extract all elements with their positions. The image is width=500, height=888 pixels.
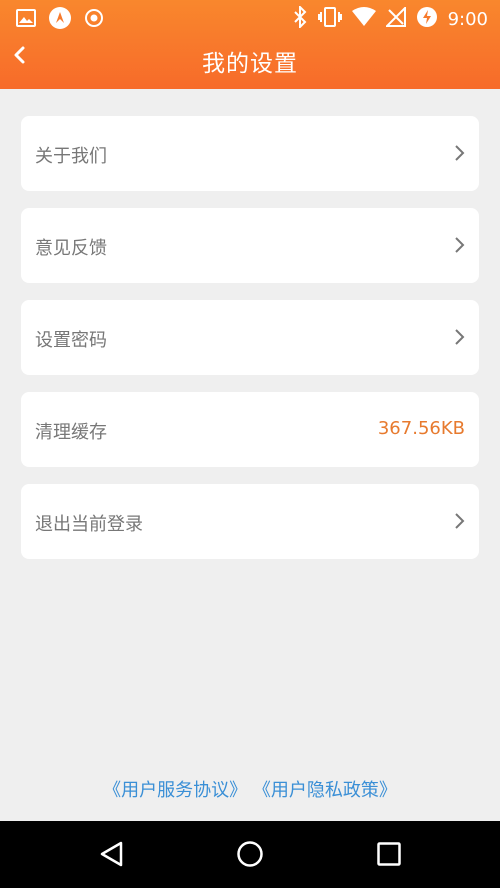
app-icon (48, 6, 72, 34)
square-recents-icon (377, 842, 401, 866)
settings-item-label: 设置密码 (35, 330, 107, 351)
image-icon (16, 8, 36, 32)
nav-bar: 我的设置 (0, 34, 500, 89)
settings-list: 关于我们 意见反馈 设置密码 清理缓存 367.56KB 退出当前登录 (21, 116, 479, 576)
bluetooth-icon (292, 4, 308, 32)
page-title: 我的设置 (202, 51, 298, 77)
settings-item-about-us[interactable]: 关于我们 (21, 116, 479, 191)
settings-item-feedback[interactable]: 意见反馈 (21, 208, 479, 283)
chevron-right-icon (455, 237, 465, 253)
no-signal-icon (384, 5, 406, 31)
settings-item-logout[interactable]: 退出当前登录 (21, 484, 479, 559)
system-nav-bar (0, 821, 500, 888)
settings-item-label: 退出当前登录 (35, 514, 143, 535)
settings-item-clear-cache[interactable]: 清理缓存 367.56KB (21, 392, 479, 467)
settings-item-label: 关于我们 (35, 146, 107, 167)
wifi-icon (351, 7, 376, 31)
settings-item-set-password[interactable]: 设置密码 (21, 300, 479, 375)
privacy-policy-link[interactable]: 《用户隐私政策》 (253, 780, 397, 801)
status-bar: 9:00 (0, 0, 500, 34)
chevron-right-icon (455, 329, 465, 345)
triangle-back-icon (100, 841, 123, 867)
settings-item-label: 清理缓存 (35, 422, 107, 443)
vibrate-icon (317, 6, 342, 32)
system-back-button[interactable] (97, 839, 127, 869)
system-home-button[interactable] (235, 839, 265, 869)
chevron-right-icon (455, 145, 465, 161)
settings-item-label: 意见反馈 (35, 238, 107, 259)
footer-links: 《用户服务协议》 《用户隐私政策》 (0, 776, 500, 802)
user-agreement-link[interactable]: 《用户服务协议》 (103, 780, 247, 801)
cache-size-value: 367.56KB (377, 418, 465, 439)
record-icon (84, 8, 104, 32)
battery-charging-icon (416, 6, 438, 32)
status-time: 9:00 (447, 8, 488, 30)
system-recents-button[interactable] (374, 839, 404, 869)
circle-home-icon (237, 841, 263, 867)
header-bar: 9:00 我的设置 (0, 0, 500, 89)
chevron-right-icon (455, 513, 465, 529)
